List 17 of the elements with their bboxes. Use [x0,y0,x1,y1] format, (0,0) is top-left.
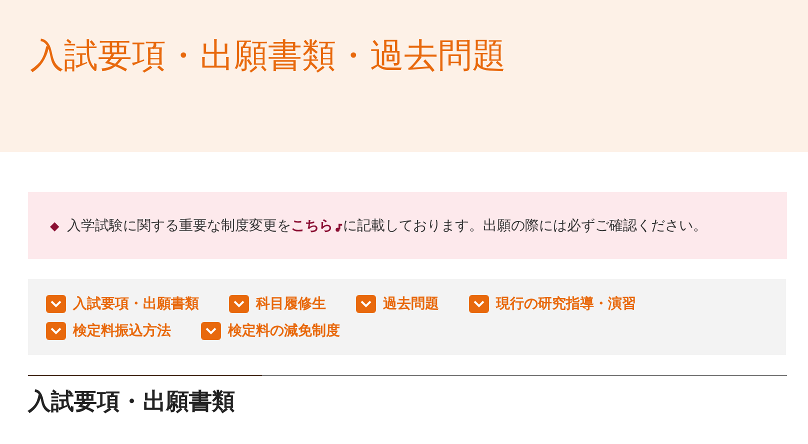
chevron-down-icon [469,295,489,313]
chevron-down-icon [46,322,66,340]
chevron-down-icon [46,295,66,313]
notice-text: 入学試験に関する重要な制度変更をこちら に記載しております。出願の際には必ずご確認ください。 [67,216,708,234]
section-heading: 入試要項・出願書類 [28,388,236,417]
notice-link[interactable]: こちら [291,216,344,234]
anchor-link[interactable]: 検定料振込方法 [46,320,171,342]
diamond-marker: ◆ [50,218,60,232]
anchor-link[interactable]: 検定料の減免制度 [201,320,340,342]
chevron-down-icon [201,322,221,340]
anchor-link[interactable]: 現行の研究指導・演習 [469,293,636,315]
anchor-link[interactable]: 入試要項・出願書類 [46,293,199,315]
page-title: 入試要項・出願書類・過去問題 [30,35,507,77]
anchor-link[interactable]: 科目履修生 [229,293,326,315]
chevron-down-icon [356,295,376,313]
anchor-link[interactable]: 過去問題 [356,293,439,315]
chevron-down-icon [229,295,249,313]
